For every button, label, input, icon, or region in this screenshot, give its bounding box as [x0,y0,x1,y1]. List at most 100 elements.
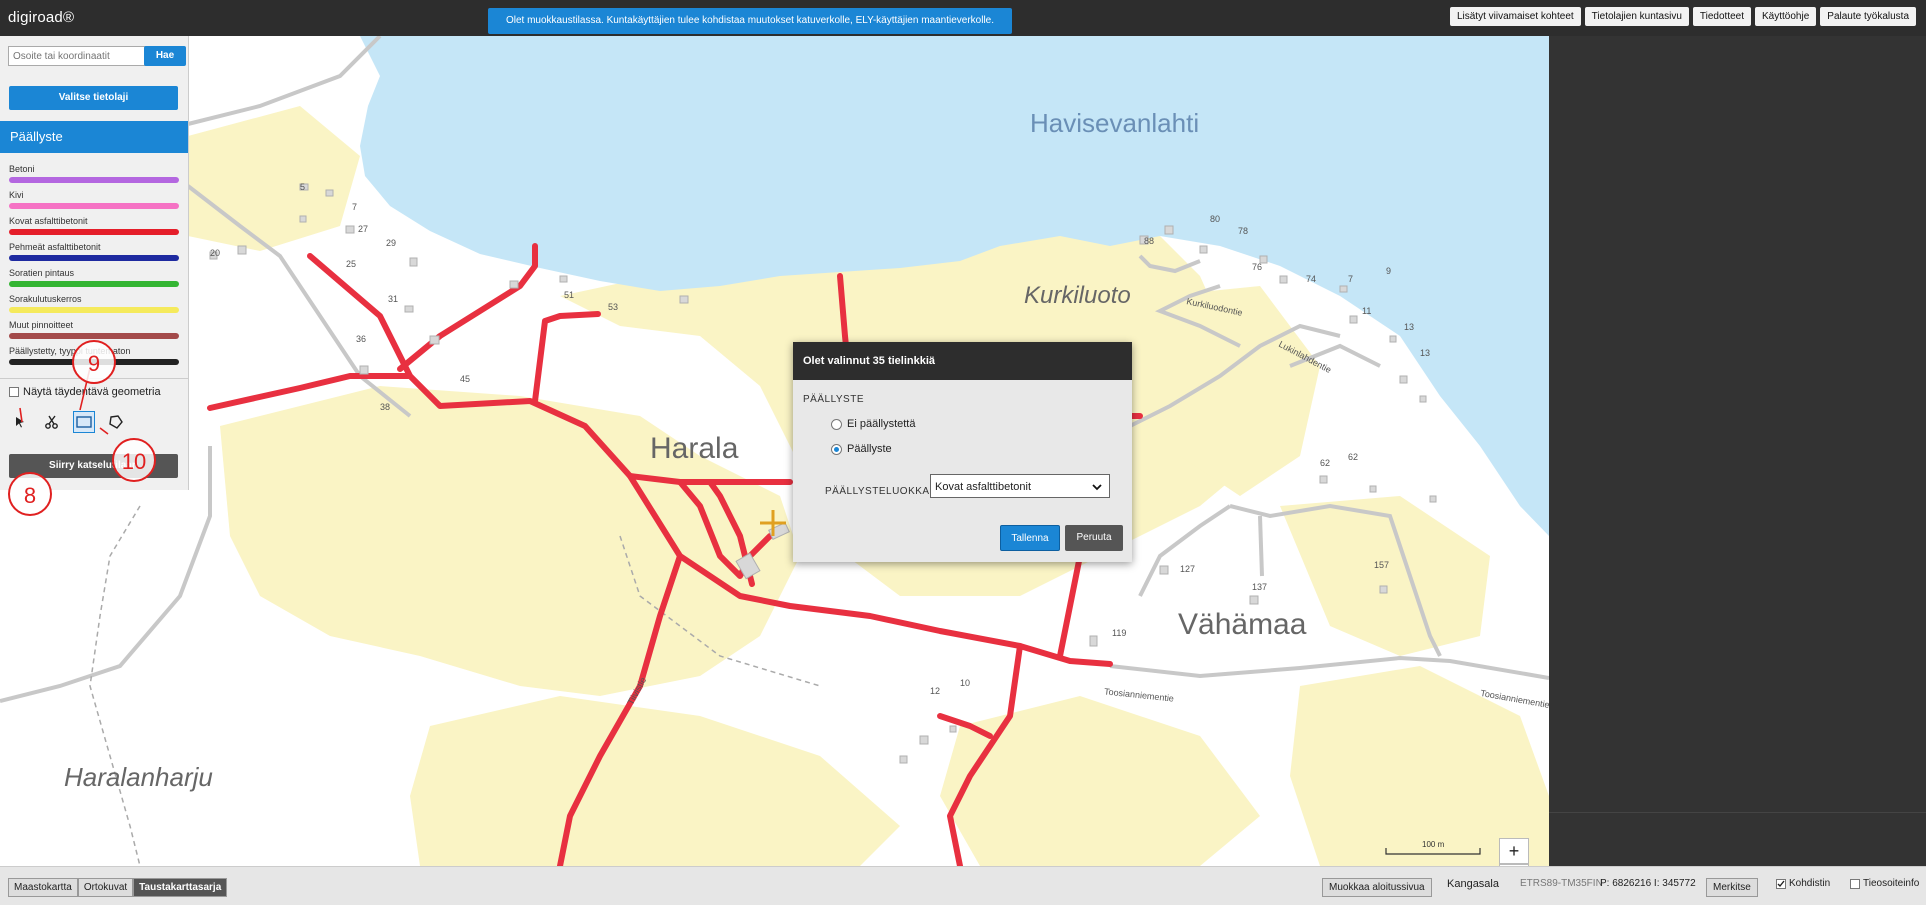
scale-label: 100 m [1422,840,1445,849]
top-bar: digiroad® Olet muokkaustilassa. Kuntakäy… [0,0,1926,36]
legend-label: Pehmeät asfalttibetonit [9,242,101,252]
road-info-checkbox[interactable] [1850,878,1860,889]
pavement-class-select[interactable]: Kovat asfalttibetonit [930,474,1110,498]
crs-label: ETRS89-TM35FIN [1520,878,1603,889]
house-number: 137 [1252,582,1268,592]
house-number: 127 [1180,564,1196,574]
mark-button[interactable]: Merkitse [1706,878,1758,897]
legend-label: Muut pinnoitteet [9,320,74,330]
road-info-toggle[interactable]: Tieosoiteinfo [1850,878,1919,889]
dialog-title: Olet valinnut 35 tielinkkiä [793,342,1132,380]
radio-option-no-pavement[interactable]: Ei päällystettä [831,418,915,430]
house-number: 9 [1386,266,1392,276]
map-canvas[interactable] [0,36,1549,866]
chevron-down-icon [1091,475,1103,509]
edit-dialog: Olet valinnut 35 tielinkkiä PÄÄLLYSTE Ei… [793,342,1132,562]
search-button[interactable]: Hae [144,46,186,66]
crosshair-label: Kohdistin [1789,878,1831,889]
house-number: 13 [1420,348,1431,358]
choose-layer-button[interactable]: Valitse tietolaji [9,86,178,110]
edit-start-page-button[interactable]: Muokkaa aloitussivua [1322,878,1432,897]
house-number: 27 [358,224,369,234]
app-logo[interactable]: digiroad® [8,9,74,26]
nav-bulletins[interactable]: Tiedotteet [1692,7,1752,26]
callout-9: 9 [72,340,116,384]
edit-mode-notice: Olet muokkaustilassa. Kuntakäyttäjien tu… [488,8,1012,34]
pavement-class-label: PÄÄLLYSTELUOKKA [825,486,930,497]
map-view[interactable]: Havisevanlahti Harala Kurkiluoto Vähämaa… [0,36,1549,866]
basemap-ortho[interactable]: Ortokuvat [77,878,134,897]
radio-button[interactable] [831,418,842,430]
nav-feedback[interactable]: Palaute työkalusta [1820,7,1916,26]
house-number: 11 [1362,306,1372,316]
basemap-terrain[interactable]: Maastokartta [8,878,78,897]
house-number: 119 [1112,628,1127,638]
house-number: 38 [380,402,391,412]
map-label-vahamaa: Vähämaa [1178,608,1307,641]
layer-title: Päällyste [0,121,188,153]
house-number: 53 [608,302,619,312]
house-number: 76 [1252,262,1263,272]
zoom-in-button[interactable]: + [1499,838,1529,864]
map-label-haralanharju: Haralanharju [64,762,213,792]
zoom-controls: + − [1499,838,1529,866]
legend-label: Kovat asfalttibetonit [9,216,88,226]
legend-bar [9,229,179,235]
search-input[interactable] [8,46,148,66]
map-label-harala: Harala [650,432,739,465]
house-number: 5 [300,182,306,192]
house-number: 78 [1238,226,1249,236]
house-number: 157 [1374,560,1390,570]
house-number: 25 [346,259,357,269]
house-number: 36 [356,334,367,344]
house-number: 10 [960,678,971,688]
radio-button-selected[interactable] [831,443,842,455]
house-number: 45 [460,374,471,384]
right-panel-divider [1549,812,1926,813]
basemap-selector: Maastokartta Ortokuvat Taustakarttasarja [8,878,228,897]
municipality-label: Kangasala [1447,878,1499,890]
nav-linear-objects[interactable]: Lisätyt viivamaiset kohteet [1449,7,1581,26]
legend-bar [9,307,179,313]
legend-label: Sorakulutuskerros [9,294,82,304]
legend-bar [9,333,179,339]
house-number: 29 [386,238,397,248]
radio-label: Päällyste [847,443,892,455]
crosshair-toggle[interactable]: Kohdistin [1776,878,1830,889]
house-number: 12 [930,686,941,696]
legend-bar [9,281,179,287]
cancel-button[interactable]: Peruuta [1065,525,1123,551]
house-number: 51 [564,290,575,300]
road-info-label: Tieosoiteinfo [1863,878,1920,889]
house-number: 74 [1306,274,1317,284]
bottom-bar: Maastokartta Ortokuvat Taustakarttasarja… [0,866,1926,905]
house-number: 20 [210,248,221,258]
coordinates-readout: P: 6826216 I: 345772 [1600,878,1696,889]
legend-item: Betoni [9,164,179,190]
map-label-havisevanlahti: Havisevanlahti [1030,108,1200,138]
house-number: 62 [1320,458,1331,468]
nav-municipality-page[interactable]: Tietolajien kuntasivu [1584,7,1689,26]
house-number: 13 [1404,322,1415,332]
radio-option-pavement[interactable]: Päällyste [831,443,892,455]
legend-item: Soratien pintaus [9,268,179,294]
house-number: 88 [1144,236,1155,246]
house-number: 7 [352,202,358,212]
right-panel [1549,36,1926,866]
legend-item: Sorakulutuskerros [9,294,179,320]
save-button[interactable]: Tallenna [1000,525,1060,551]
legend-item: Pehmeät asfalttibetonit [9,242,179,268]
dialog-section-label: PÄÄLLYSTE [803,394,865,405]
legend-label: Soratien pintaus [9,268,75,278]
nav-user-guide[interactable]: Käyttöohje [1755,7,1817,26]
map-label-kurkiluoto: Kurkiluoto [1024,282,1131,309]
house-number: 7 [1348,274,1354,284]
legend-label: Betoni [9,164,35,174]
legend-bar [9,255,179,261]
legend-bar [9,203,179,209]
basemap-background[interactable]: Taustakarttasarja [133,878,228,897]
callout-10: 10 [112,438,156,482]
crosshair-checkbox[interactable] [1776,878,1786,889]
callout-8: 8 [8,472,52,516]
house-number: 62 [1348,452,1359,462]
